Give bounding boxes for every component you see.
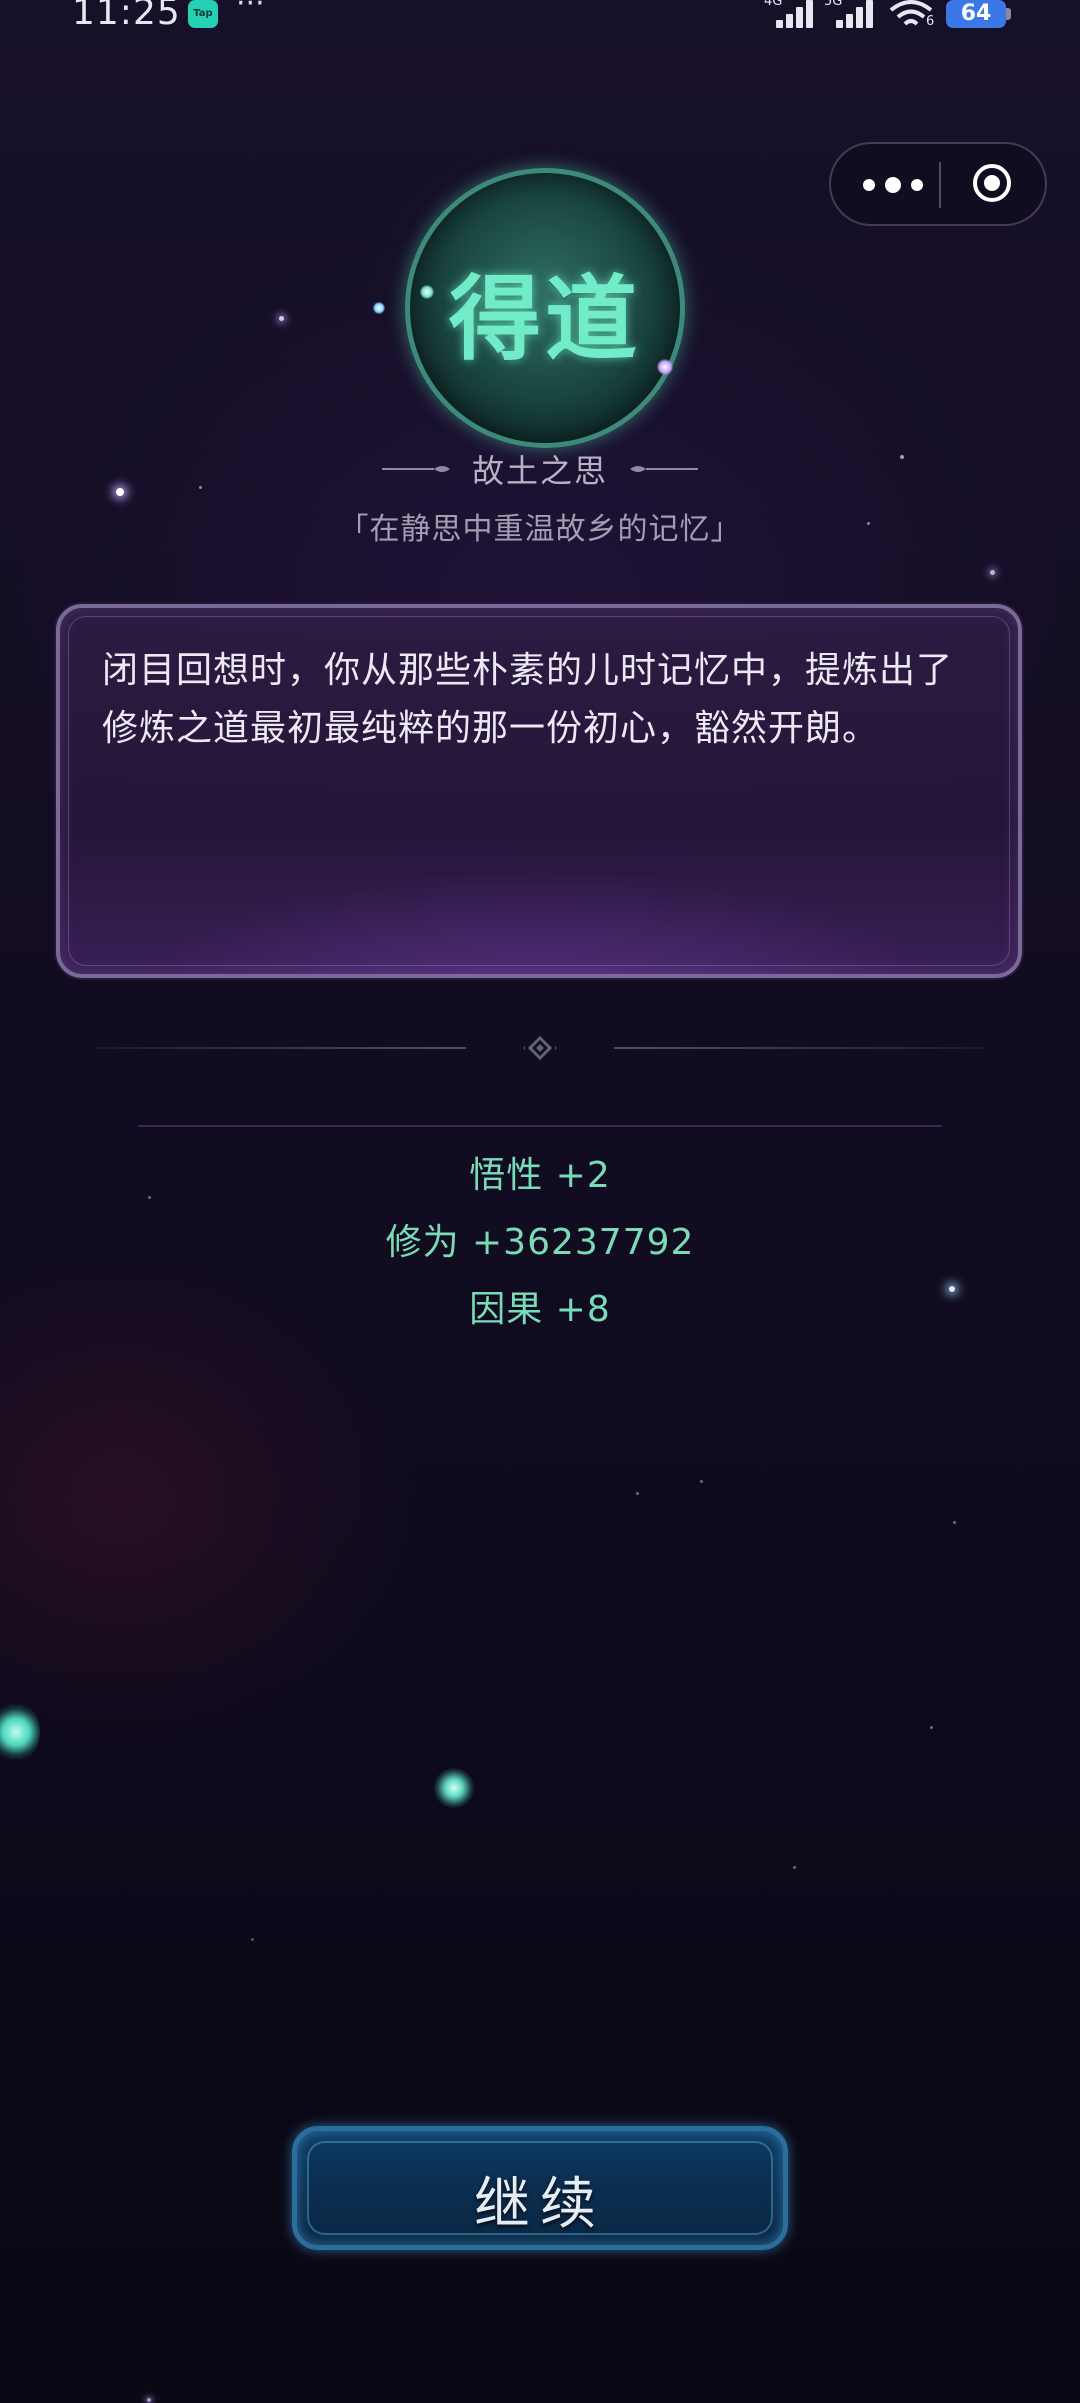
notification-more-icon: ··· (236, 0, 265, 21)
target-icon[interactable] (972, 163, 1012, 203)
section-separator (96, 1036, 984, 1060)
event-description: 闭目回想时，你从那些朴素的儿时记忆中，提炼出了修炼之道最初最纯粹的那一份初心，豁… (102, 650, 954, 749)
miniprogram-capsule (829, 142, 1047, 226)
emblem-glow-dot (420, 285, 434, 299)
glow-orb-center (434, 1768, 474, 1808)
reward-cultivation: 修为 +36237792 (385, 1222, 695, 1263)
battery-tip (1006, 8, 1011, 20)
status-bar: 11:25 Tap ··· 4G 5G 6 64 (0, 0, 1080, 34)
separator-line-right (614, 1047, 984, 1049)
continue-button-label: 继续 (474, 2172, 606, 2237)
continue-button[interactable]: 继续 (292, 2126, 788, 2250)
emblem-medallion: 得道 (405, 168, 685, 448)
glow-orb-left (0, 1702, 40, 1762)
event-description-box: 闭目回想时，你从那些朴素的儿时记忆中，提炼出了修炼之道最初最纯粹的那一份初心，豁… (56, 604, 1022, 978)
event-subtitle: 「在静思中重温故乡的记忆」 (338, 512, 742, 547)
ornament-right-icon (630, 466, 698, 472)
tap-app-icon: Tap (188, 0, 218, 28)
more-dots-icon[interactable] (861, 168, 923, 202)
capsule-divider (939, 162, 941, 208)
emblem-area: 得道 (365, 142, 715, 448)
emblem-text: 得道 (448, 265, 641, 373)
reward-karma: 因果 +8 (469, 1289, 611, 1330)
rewards-list: 悟性 +2 修为 +36237792 因果 +8 (0, 1142, 1080, 1343)
emblem-side-dot (373, 302, 385, 314)
emblem-purple-dot (657, 359, 673, 375)
event-title-row: 故土之思 (0, 442, 1080, 492)
wifi-sub-label: 6 (926, 14, 935, 29)
event-title: 故土之思 (471, 452, 608, 490)
status-time: 11:25 (72, 0, 181, 33)
separator-line-left (96, 1047, 466, 1049)
battery-indicator: 64 (946, 0, 1006, 28)
signal-5g-icon (836, 0, 876, 28)
signal-4g-icon (776, 0, 816, 28)
rewards-top-divider (138, 1125, 942, 1127)
reward-insight: 悟性 +2 (469, 1155, 611, 1196)
separator-diamond-icon (524, 1036, 556, 1060)
